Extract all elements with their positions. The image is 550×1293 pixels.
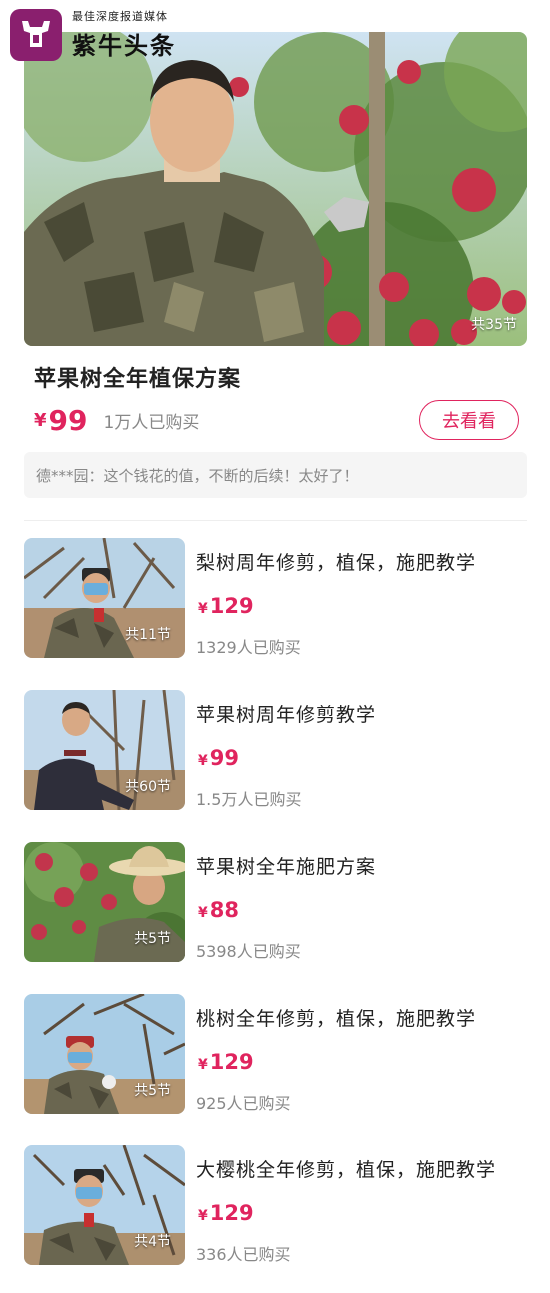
course-price: ¥99 (198, 746, 239, 770)
course-price: ¥129 (198, 1050, 254, 1074)
view-course-button[interactable]: 去看看 (419, 400, 519, 440)
currency-symbol: ¥ (198, 1057, 208, 1073)
featured-cover-image[interactable]: 共35节 (24, 32, 527, 346)
featured-course-title[interactable]: 苹果树全年植保方案 (34, 361, 241, 393)
course-list-item[interactable]: 共5节 桃树全年修剪，植保，施肥教学 ¥129 925人已购买 (24, 994, 527, 1116)
course-buyers-count: 336人已购买 (196, 1245, 291, 1264)
course-buyers-count: 925人已购买 (196, 1094, 291, 1113)
course-title: 苹果树全年施肥方案 (196, 856, 377, 878)
lesson-count-badge: 共5节 (134, 1083, 171, 1099)
course-thumbnail: 共4节 (24, 1145, 185, 1265)
price-value: 129 (209, 1050, 254, 1074)
lesson-count-badge: 共60节 (125, 779, 171, 795)
course-price: ¥129 (198, 1201, 254, 1225)
course-thumbnail: 共5节 (24, 842, 185, 962)
price-value: 129 (209, 1201, 254, 1225)
course-buyers-count: 1.5万人已购买 (196, 790, 302, 809)
course-price: ¥129 (198, 594, 254, 618)
currency-symbol: ¥ (198, 753, 208, 769)
course-list-item[interactable]: 共5节 苹果树全年施肥方案 ¥88 5398人已购买 (24, 842, 527, 964)
course-title: 梨树周年修剪，植保，施肥教学 (196, 552, 477, 574)
currency-symbol: ¥ (34, 409, 47, 431)
lesson-count-badge: 共5节 (134, 931, 171, 947)
course-list-item[interactable]: 共4节 大樱桃全年修剪，植保，施肥教学 ¥129 336人已购买 (24, 1145, 527, 1267)
course-thumbnail: 共11节 (24, 538, 185, 658)
course-list-item[interactable]: 共60节 苹果树周年修剪教学 ¥99 1.5万人已购买 (24, 690, 527, 812)
watermark-name: 紫牛头条 (72, 32, 176, 60)
bull-logo-icon (10, 8, 62, 61)
course-title: 苹果树周年修剪教学 (196, 704, 377, 726)
course-thumbnail: 共5节 (24, 994, 185, 1114)
featured-review: 德***园：这个钱花的值，不断的后续！太好了！ (24, 452, 527, 498)
featured-buyers-count: 1万人已购买 (103, 412, 200, 433)
course-buyers-count: 5398人已购买 (196, 942, 301, 961)
watermark: 最佳深度报道媒体 紫牛头条 (10, 8, 176, 61)
price-value: 99 (209, 746, 239, 770)
currency-symbol: ¥ (198, 1208, 208, 1224)
lesson-count-badge: 共11节 (125, 627, 171, 643)
course-list-item[interactable]: 共11节 梨树周年修剪，植保，施肥教学 ¥129 1329人已购买 (24, 538, 527, 660)
course-title: 大樱桃全年修剪，植保，施肥教学 (196, 1159, 497, 1181)
featured-price-row: ¥ 99 1万人已购买 去看看 (34, 398, 519, 442)
watermark-slogan: 最佳深度报道媒体 (72, 10, 168, 23)
section-divider (24, 520, 527, 521)
featured-price: 99 (48, 403, 88, 437)
price-value: 88 (209, 898, 239, 922)
lesson-count-badge: 共4节 (134, 1234, 171, 1250)
currency-symbol: ¥ (198, 601, 208, 617)
lesson-count-badge: 共35节 (471, 317, 517, 333)
course-buyers-count: 1329人已购买 (196, 638, 301, 657)
course-title: 桃树全年修剪，植保，施肥教学 (196, 1008, 477, 1030)
course-thumbnail: 共60节 (24, 690, 185, 810)
price-value: 129 (209, 594, 254, 618)
currency-symbol: ¥ (198, 905, 208, 921)
course-price: ¥88 (198, 898, 239, 922)
